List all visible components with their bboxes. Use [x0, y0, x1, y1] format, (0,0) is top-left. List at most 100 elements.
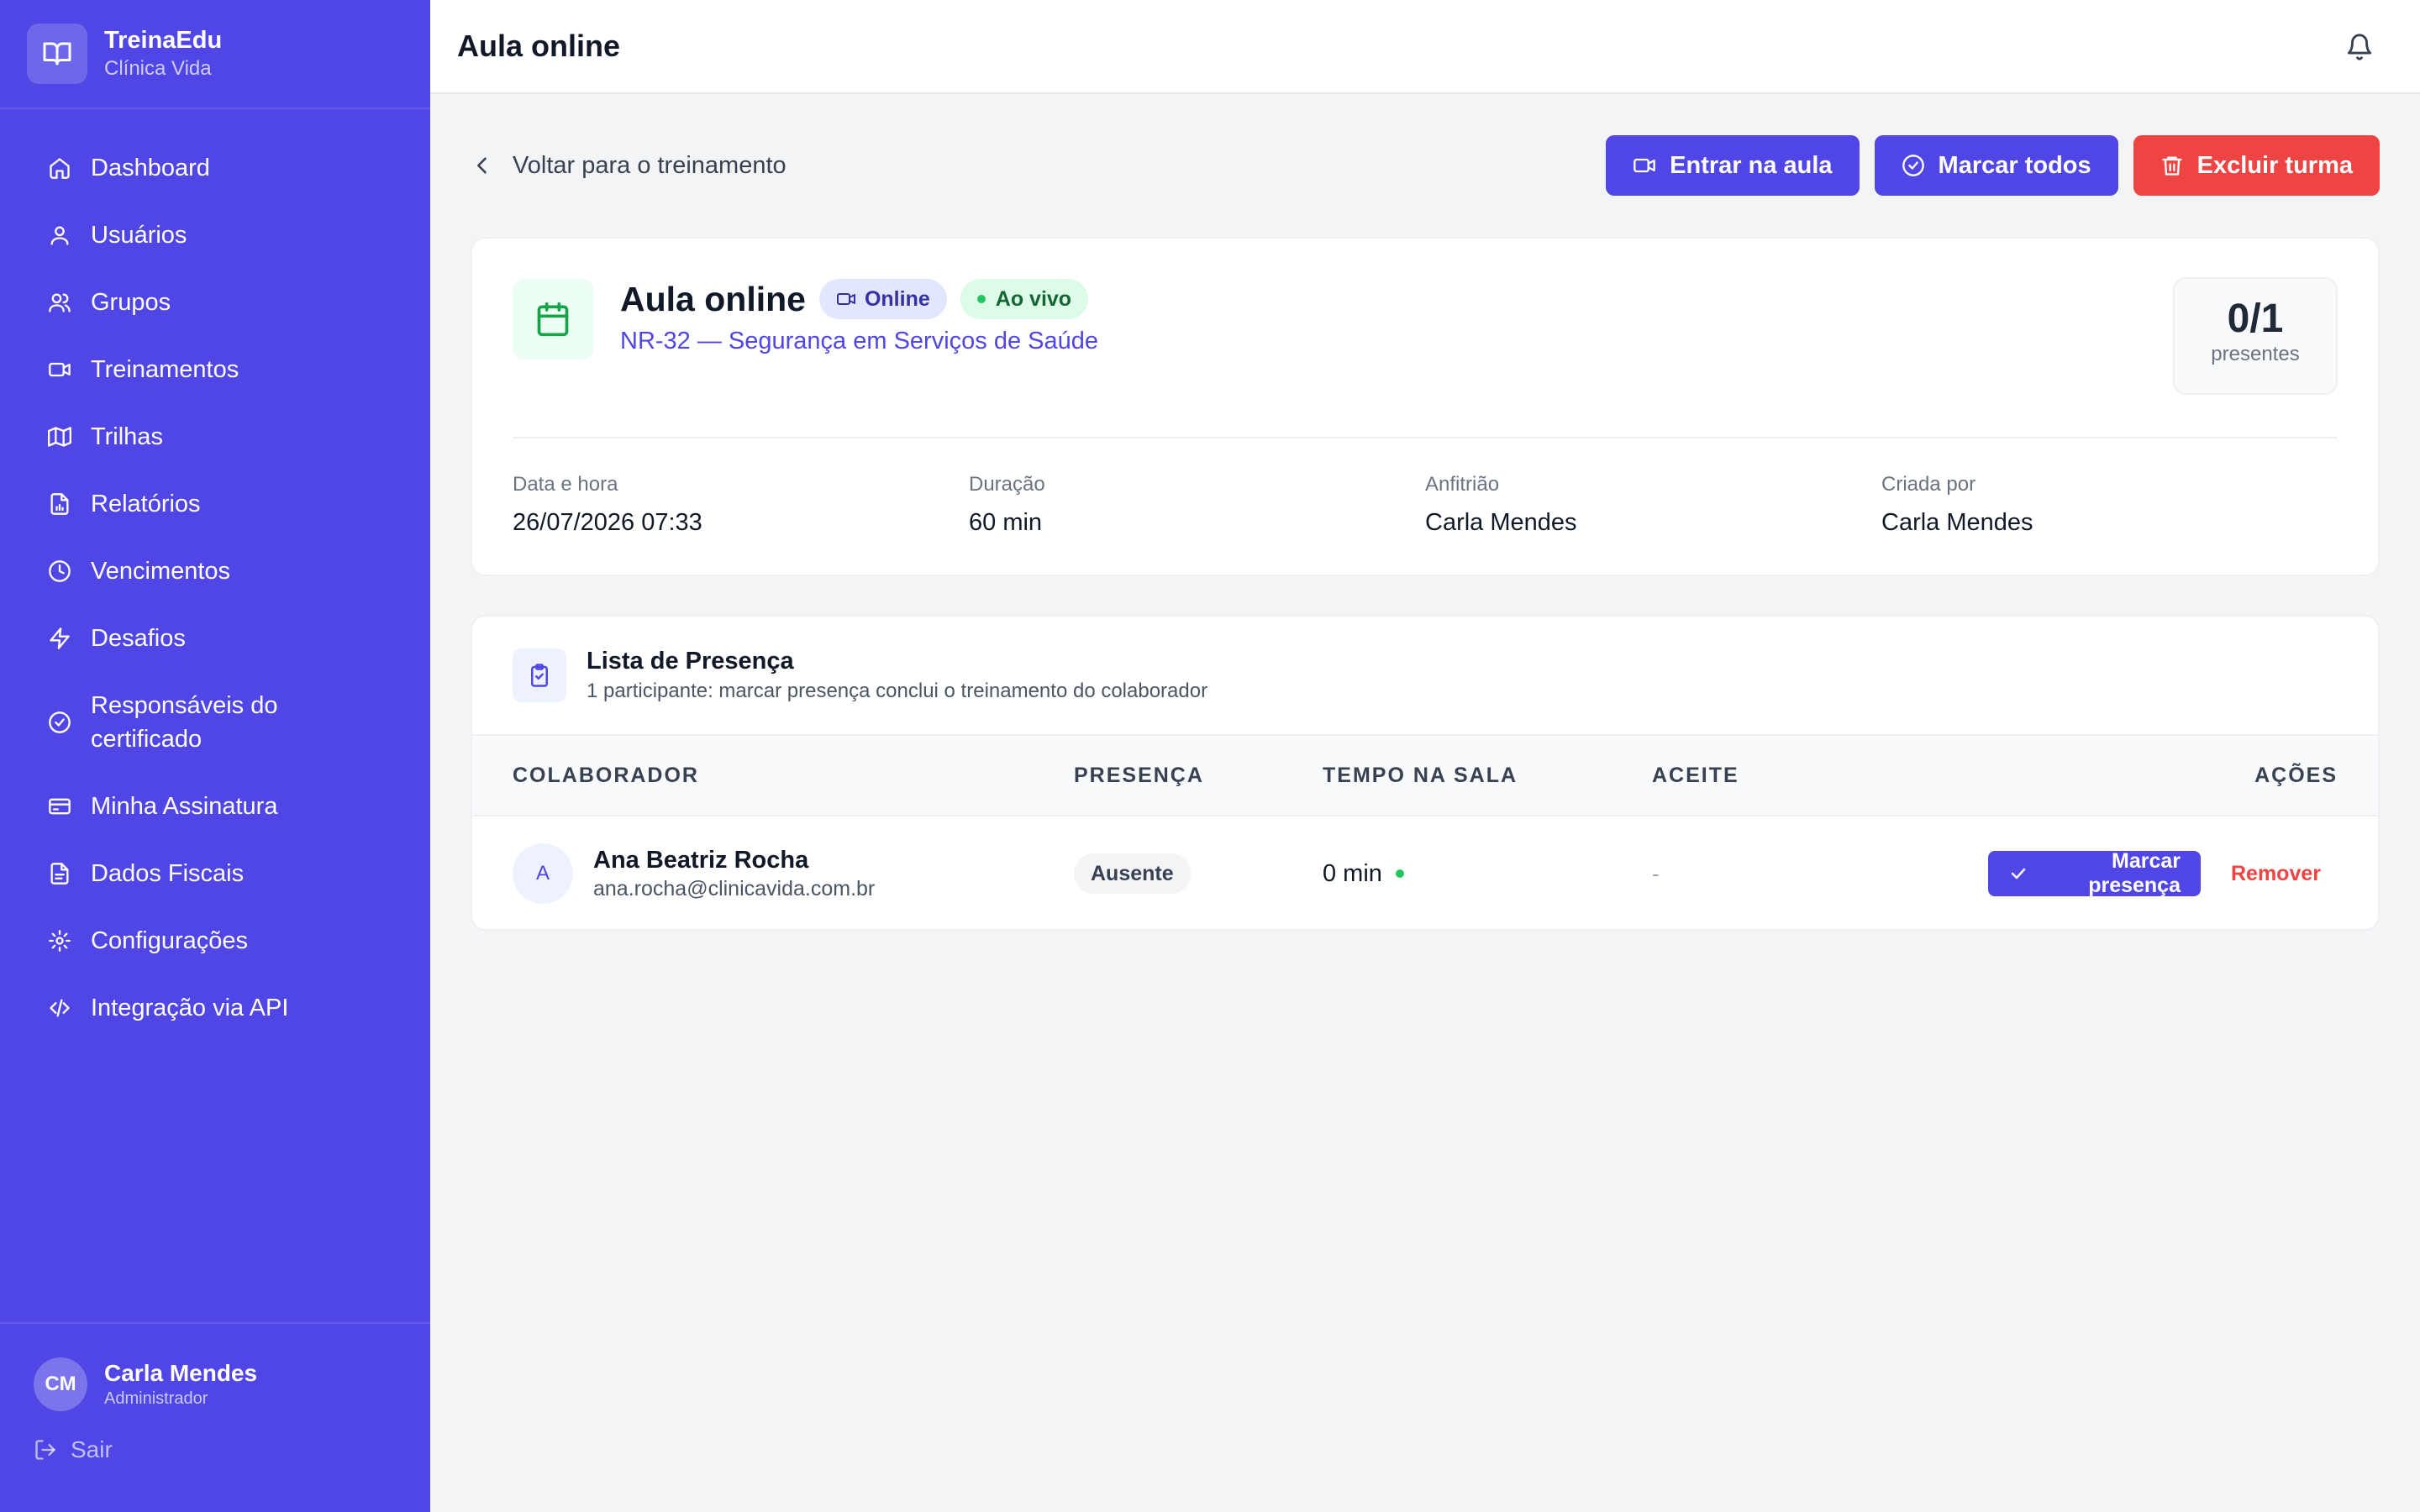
topbar: Aula online: [430, 0, 2420, 94]
delete-class-label: Excluir turma: [2196, 151, 2353, 179]
sidebar-nav: Dashboard Usuários Grupos Treinamentos T…: [0, 109, 430, 1042]
sidebar-item-grupos[interactable]: Grupos: [0, 269, 430, 336]
sidebar-item-configuracoes[interactable]: Configurações: [0, 907, 430, 974]
attendance-list-card: Lista de Presença 1 participante: marcar…: [471, 615, 2380, 931]
brand: TreinaEdu Clínica Vida: [0, 0, 430, 109]
attendance-list-subtitle: 1 participante: marcar presença conclui …: [587, 680, 1208, 702]
credit-card-icon: [47, 794, 72, 819]
column-header-presenca: PRESENÇA: [1074, 763, 1204, 787]
column-header-aceite: ACEITE: [1652, 763, 1739, 787]
remove-button[interactable]: Remover: [2231, 862, 2321, 886]
video-icon: [836, 289, 856, 309]
sidebar-item-responsaveis[interactable]: Responsáveis do certificado: [0, 672, 430, 773]
sidebar-item-label: Vencimentos: [91, 558, 231, 585]
brand-name: TreinaEdu: [104, 27, 223, 54]
home-icon: [47, 155, 72, 181]
user-icon: [47, 223, 72, 248]
meta-value: Carla Mendes: [1425, 509, 1577, 536]
meta-host: Anfitrião Carla Mendes: [1425, 470, 1881, 541]
meta-key: Data e hora: [513, 473, 618, 496]
file-icon: [47, 861, 72, 886]
sidebar-item-assinatura[interactable]: Minha Assinatura: [0, 773, 430, 840]
attendance-count-value: 0/1: [2227, 297, 2284, 341]
trash-icon: [2160, 154, 2184, 177]
join-class-button[interactable]: Entrar na aula: [1606, 135, 1860, 196]
delete-class-button[interactable]: Excluir turma: [2133, 135, 2380, 196]
meta-key: Anfitrião: [1425, 473, 1500, 496]
zap-icon: [47, 626, 72, 651]
user-name: Carla Mendes: [104, 1360, 258, 1386]
sidebar-item-label: Grupos: [91, 289, 171, 316]
actions-row: Voltar para o treinamento Entrar na aula…: [471, 94, 2380, 237]
logout-button[interactable]: Sair: [0, 1411, 430, 1463]
attendance-count: 0/1 presentes: [2173, 277, 2338, 395]
mark-presence-label: Marcar presença: [2088, 849, 2181, 897]
meta-date: Data e hora 26/07/2026 07:33: [513, 470, 969, 541]
column-header-tempo: TEMPO NA SALA: [1323, 763, 1518, 787]
meta-created-by: Criada por Carla Mendes: [1881, 470, 2338, 541]
table-header: COLABORADOR PRESENÇA TEMPO NA SALA ACEIT…: [472, 734, 2378, 816]
sidebar-item-label: Minha Assinatura: [91, 793, 278, 820]
sidebar-item-relatorios[interactable]: Relatórios: [0, 470, 430, 538]
user-role: Administrador: [104, 1389, 208, 1408]
session-title: Aula online: [620, 279, 806, 318]
page-title: Aula online: [457, 29, 621, 63]
sidebar-item-label: Configurações: [91, 927, 248, 954]
report-icon: [47, 491, 72, 517]
sidebar-item-dados-fiscais[interactable]: Dados Fiscais: [0, 840, 430, 907]
training-link[interactable]: NR-32 — Segurança em Serviços de Saúde: [620, 328, 1102, 355]
sidebar-item-desafios[interactable]: Desafios: [0, 605, 430, 672]
sidebar-item-label: Responsáveis do certificado: [91, 692, 278, 753]
gear-icon: [47, 928, 72, 953]
sidebar-item-dashboard[interactable]: Dashboard: [0, 134, 430, 202]
sidebar-item-trilhas[interactable]: Trilhas: [0, 403, 430, 470]
participant-email: ana.rocha@clinicavida.com.br: [593, 877, 876, 900]
status-badge: Ausente: [1074, 853, 1191, 894]
meta-value: 26/07/2026 07:33: [513, 509, 702, 536]
meta-duration: Duração 60 min: [969, 470, 1425, 541]
sidebar-item-label: Usuários: [91, 222, 187, 249]
table-row: A Ana Beatriz Rocha ana.rocha@clinicavid…: [472, 816, 2378, 929]
sidebar-item-label: Integração via API: [91, 995, 289, 1021]
online-badge-label: Online: [864, 286, 930, 311]
sidebar: TreinaEdu Clínica Vida Dashboard Usuário…: [0, 0, 430, 1512]
back-label: Voltar para o treinamento: [513, 151, 786, 179]
sidebar-item-label: Dados Fiscais: [91, 860, 245, 887]
video-icon: [47, 357, 72, 382]
calendar-icon: [513, 279, 593, 360]
main-content: Voltar para o treinamento Entrar na aula…: [471, 94, 2380, 931]
mark-all-button[interactable]: Marcar todos: [1874, 135, 2118, 196]
video-icon: [1633, 154, 1656, 177]
column-header-acoes: AÇÕES: [2254, 763, 2338, 787]
mark-presence-button[interactable]: Marcar presença: [1988, 849, 2201, 897]
participant-name: Ana Beatriz Rocha: [593, 847, 809, 874]
online-badge: Online: [818, 279, 947, 319]
session-meta: Data e hora 26/07/2026 07:33 Duração 60 …: [513, 470, 2338, 541]
check-circle-icon: [47, 710, 72, 735]
avatar: A: [513, 843, 573, 904]
logout-icon: [34, 1438, 57, 1462]
attendance-count-label: presentes: [2211, 343, 2300, 365]
sidebar-item-api[interactable]: Integração via API: [0, 974, 430, 1042]
sidebar-item-vencimentos[interactable]: Vencimentos: [0, 538, 430, 605]
live-badge-label: Ao vivo: [995, 286, 1072, 311]
code-icon: [47, 995, 72, 1021]
users-icon: [47, 290, 72, 315]
bell-icon[interactable]: [2343, 30, 2376, 64]
map-icon: [47, 424, 72, 449]
sidebar-item-treinamentos[interactable]: Treinamentos: [0, 336, 430, 403]
sidebar-item-usuarios[interactable]: Usuários: [0, 202, 430, 269]
sidebar-footer: CM Carla Mendes Administrador Sair: [0, 1322, 430, 1512]
user-profile[interactable]: CM Carla Mendes Administrador: [0, 1324, 430, 1411]
live-dot: [976, 295, 986, 303]
live-badge: Ao vivo: [960, 279, 1089, 319]
back-link[interactable]: Voltar para o treinamento: [471, 152, 786, 180]
meta-key: Duração: [969, 473, 1045, 496]
sidebar-item-label: Dashboard: [91, 155, 210, 181]
online-status-dot: [1395, 869, 1404, 878]
avatar: CM: [34, 1357, 87, 1411]
attendance-list-header: Lista de Presença 1 participante: marcar…: [472, 617, 2378, 734]
clipboard-check-icon: [513, 648, 566, 702]
time-in-room: 0 min: [1323, 859, 1382, 887]
chevron-left-icon: [471, 154, 494, 177]
